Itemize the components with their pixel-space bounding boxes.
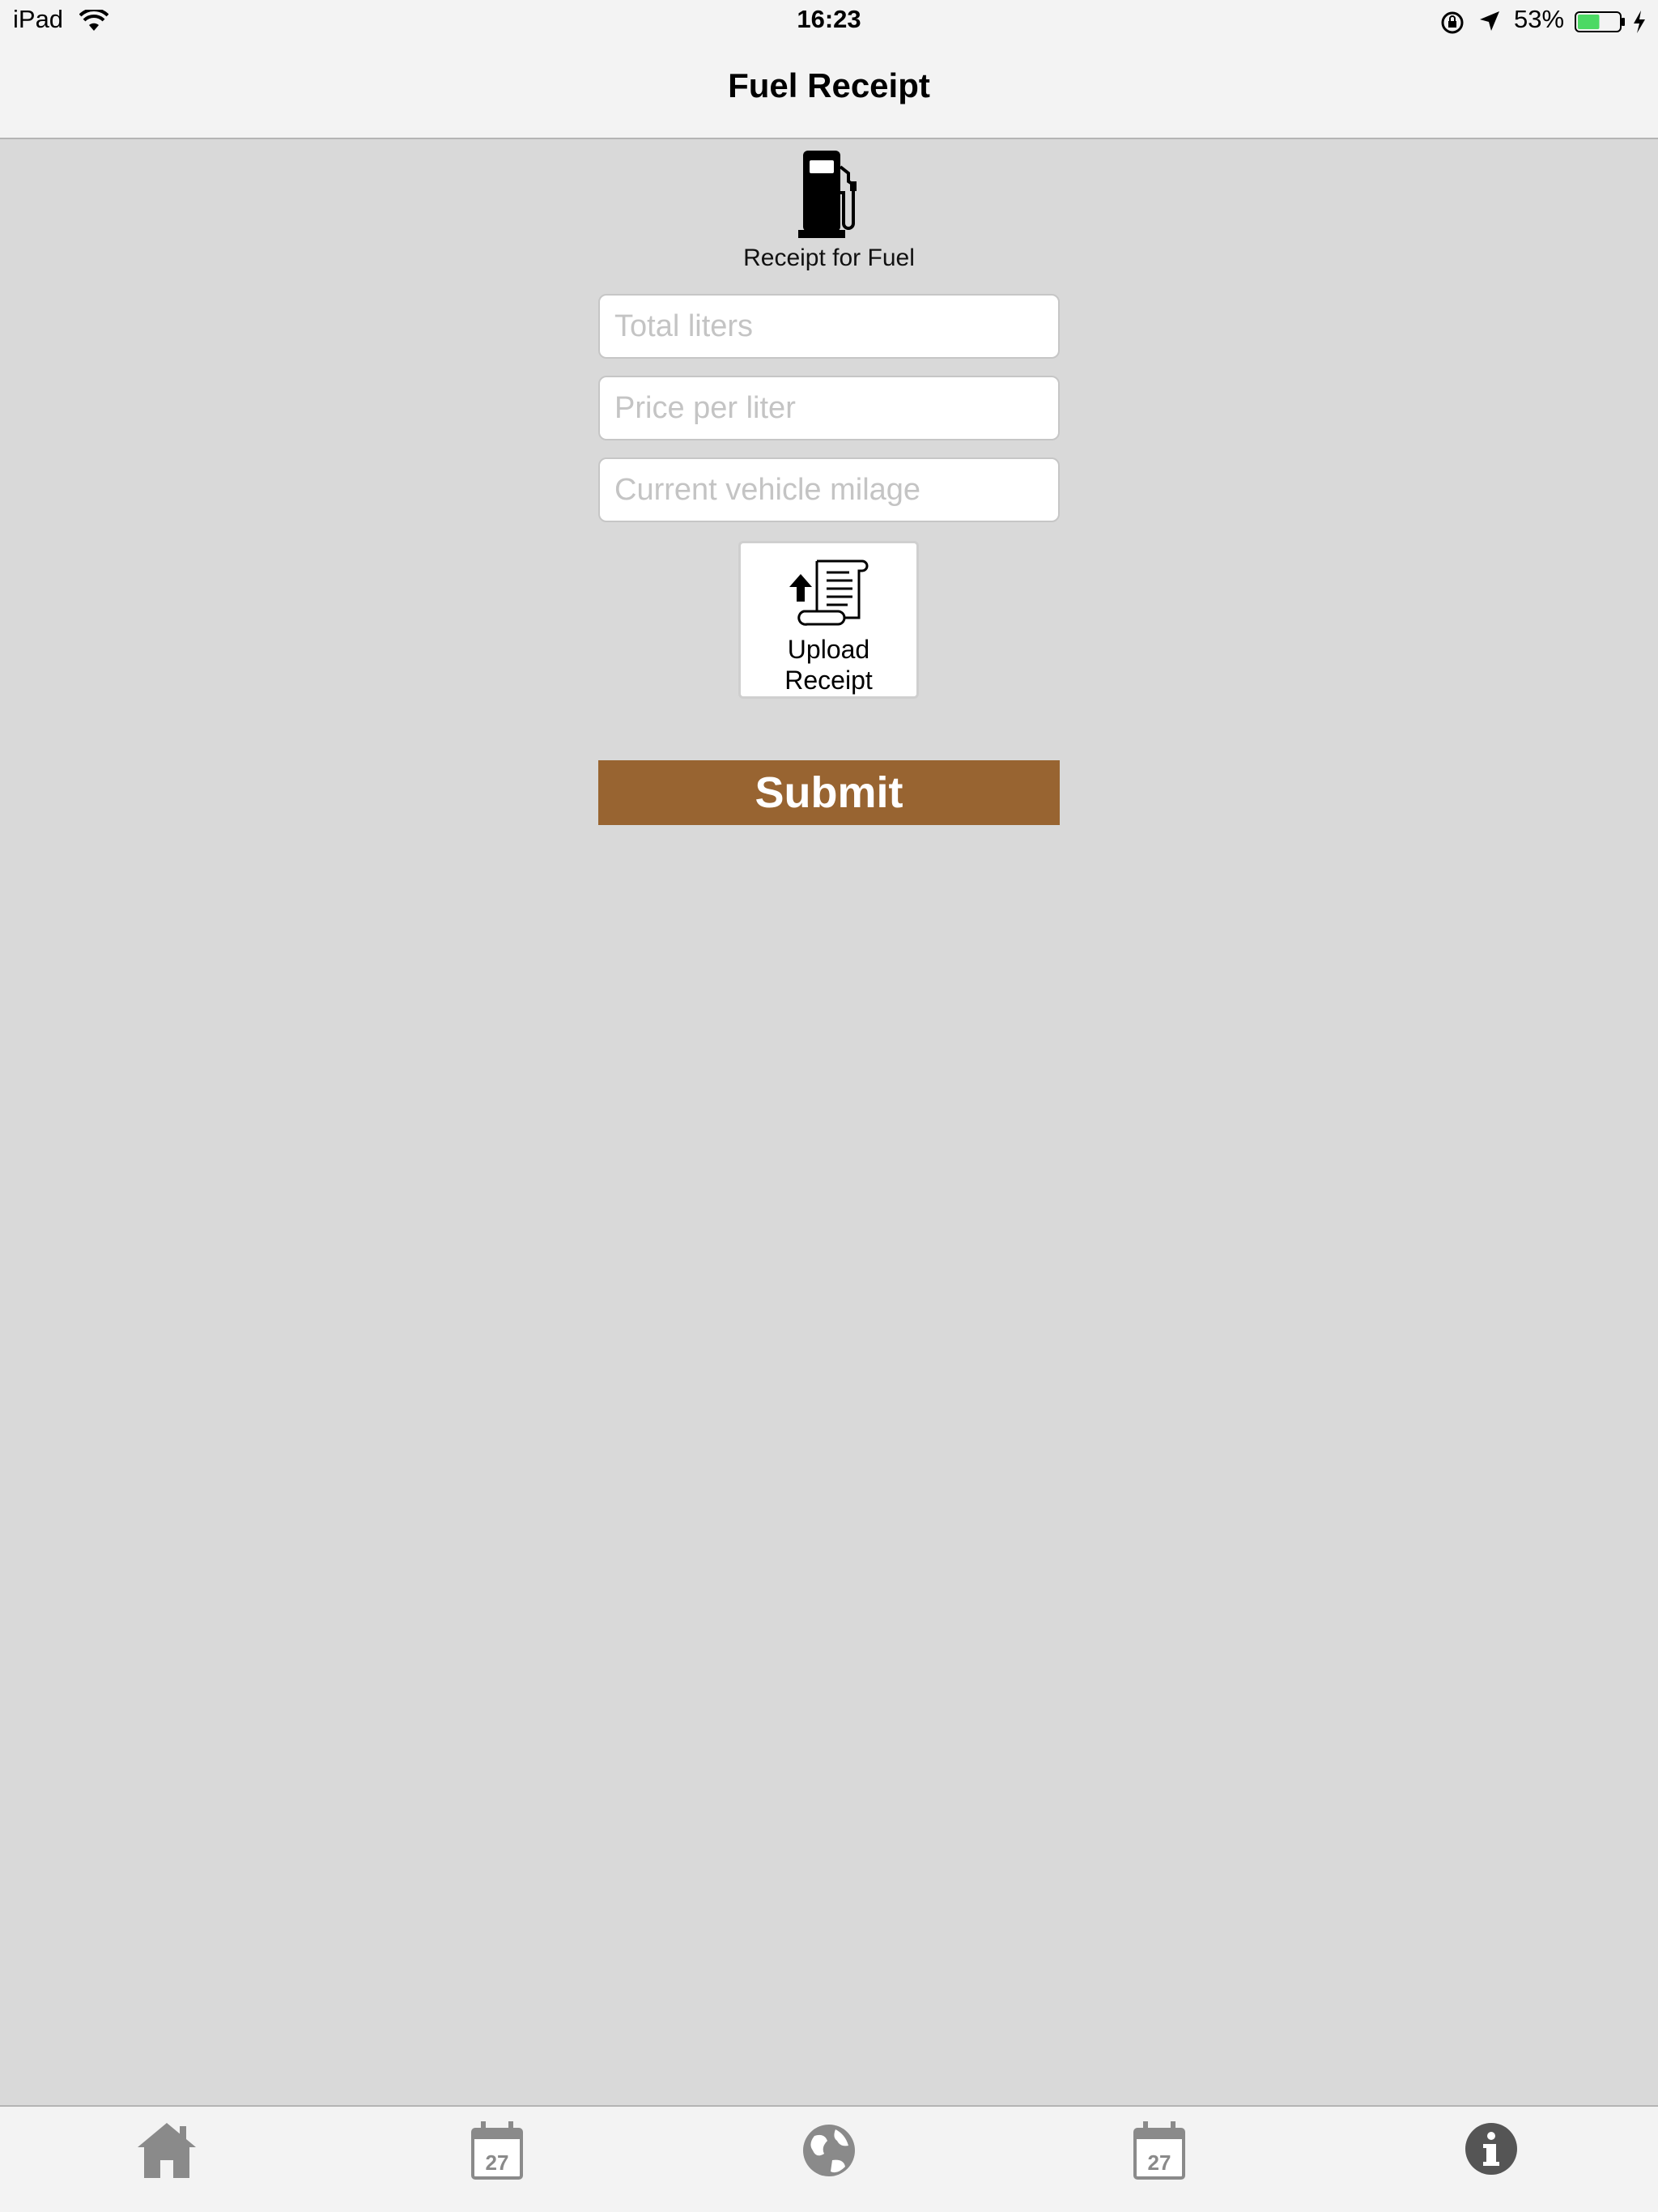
status-bar: iPad 16:23 53% [0,0,1658,44]
price-per-liter-input[interactable] [598,376,1060,440]
submit-button-label: Submit [755,768,903,817]
tab-home[interactable] [134,2118,199,2183]
upload-receipt-icon [789,559,869,626]
info-icon [1465,2123,1517,2175]
upload-receipt-label: Upload Receipt [741,634,916,696]
fuel-receipt-screen: iPad 16:23 53% Fuel Receipt Receipt for … [0,0,1658,2212]
calendar-date: 27 [1148,2150,1171,2175]
upload-receipt-button[interactable]: Upload Receipt [738,541,919,699]
tab-info[interactable] [1459,2118,1524,2183]
vehicle-milage-input[interactable] [598,457,1060,522]
battery-percentage: 53% [1514,5,1565,33]
upload-label-line1: Upload [787,635,870,664]
calendar-icon: 27 [471,2121,523,2180]
upload-label-line2: Receipt [784,666,873,695]
location-arrow-icon [1480,11,1499,31]
status-time: 16:23 [797,5,861,33]
total-liters-input[interactable] [598,294,1060,359]
calendar-icon: 27 [1133,2121,1185,2180]
home-icon [138,2123,196,2178]
page-title: Fuel Receipt [728,66,930,104]
battery-fill [1578,15,1600,29]
tab-globe[interactable] [797,2118,861,2183]
calendar-date: 27 [486,2150,509,2175]
globe-icon [803,2125,855,2176]
submit-button[interactable]: Submit [598,760,1060,825]
tab-calendar-1[interactable]: 27 [465,2118,529,2183]
tab-calendar-2[interactable]: 27 [1127,2118,1192,2183]
fuel-pump-icon [798,151,857,238]
battery-icon [1575,11,1625,32]
tab-bar: 27 27 [0,2105,1658,2212]
orientation-lock-icon [1441,11,1464,34]
header-caption: Receipt for Fuel [743,245,915,271]
charging-bolt-icon [1634,11,1645,33]
top-bar: iPad 16:23 53% Fuel Receipt [0,0,1658,139]
